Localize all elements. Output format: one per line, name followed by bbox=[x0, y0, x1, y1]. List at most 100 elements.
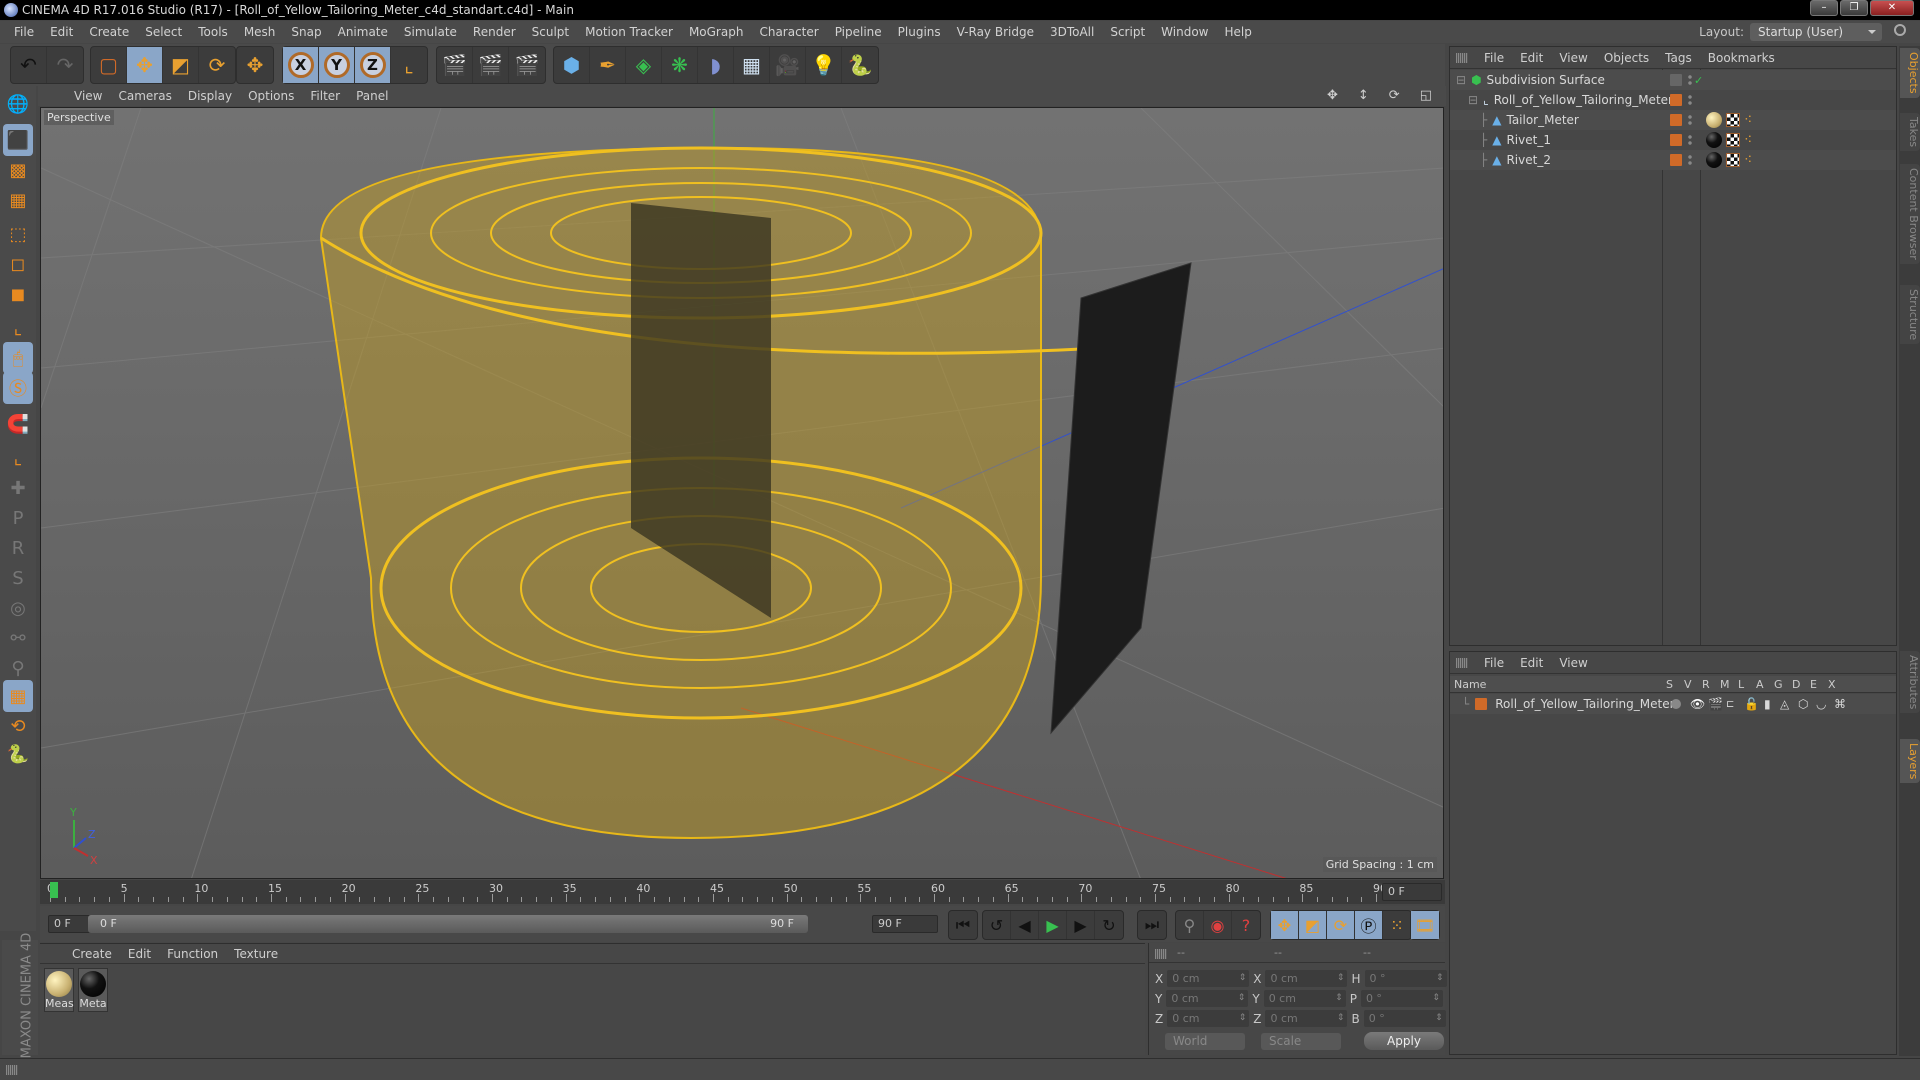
go-to-start-button[interactable]: ⏮ bbox=[949, 911, 977, 939]
enabled-check-icon[interactable]: ✓ bbox=[1694, 74, 1703, 87]
material-meas[interactable]: Meas bbox=[44, 968, 74, 1012]
timeline-ruler[interactable]: 051015202530354045505560657075808590 0 F bbox=[40, 880, 1445, 904]
menu-mograph[interactable]: MoGraph bbox=[681, 25, 752, 39]
visibility-dots[interactable] bbox=[1688, 154, 1692, 166]
object-name[interactable]: Subdivision Surface bbox=[1487, 73, 1605, 87]
live-selection-icon[interactable]: ▢ bbox=[91, 47, 127, 83]
layer-menu-view[interactable]: View bbox=[1551, 656, 1595, 670]
render-picture-viewer-icon[interactable]: 🎬 bbox=[473, 47, 509, 83]
object-mode-icon[interactable]: ⬛ bbox=[3, 124, 33, 156]
side-tab-structure[interactable]: Structure bbox=[1900, 285, 1920, 345]
toggle-panel-icon[interactable]: ◱ bbox=[1412, 88, 1440, 103]
side-tab-layers[interactable]: Layers bbox=[1900, 739, 1920, 784]
panel-grip[interactable] bbox=[1155, 949, 1167, 959]
3d-viewport[interactable]: Y Z X Perspective Grid Spacing : 1 cm bbox=[40, 107, 1444, 879]
material-menu-edit[interactable]: Edit bbox=[120, 947, 159, 961]
menu-character[interactable]: Character bbox=[751, 25, 826, 39]
column-a[interactable]: A bbox=[1756, 678, 1764, 691]
layer-render-toggle[interactable]: 🎬 bbox=[1708, 697, 1723, 711]
menu-animate[interactable]: Animate bbox=[330, 25, 396, 39]
texture-mode-icon[interactable]: ▩ bbox=[3, 154, 33, 186]
pos-y-field[interactable]: 0 cm bbox=[1166, 990, 1249, 1007]
snap-tool-icon[interactable]: 🧲 bbox=[3, 408, 33, 440]
menu-v-ray-bridge[interactable]: V-Ray Bridge bbox=[949, 25, 1042, 39]
object-row[interactable]: ⊟ ⬢ Subdivision Surface ✓ bbox=[1450, 70, 1896, 90]
side-tab-attributes[interactable]: Attributes bbox=[1900, 651, 1920, 714]
column-name[interactable]: Name bbox=[1454, 678, 1486, 691]
side-tab-objects[interactable]: Objects bbox=[1900, 48, 1920, 98]
pan-view-icon[interactable]: ✥ bbox=[1319, 88, 1346, 103]
key-pla-button[interactable]: ⁙ bbox=[1383, 911, 1411, 939]
menu-render[interactable]: Render bbox=[465, 25, 524, 39]
side-tab-takes[interactable]: Takes bbox=[1900, 113, 1920, 152]
layer-expressions-toggle[interactable]: ◡ bbox=[1816, 697, 1826, 711]
polygons-mode-icon[interactable]: ◼ bbox=[3, 278, 33, 310]
pos-x-field[interactable]: 0 cm bbox=[1167, 970, 1250, 987]
subdivision-icon[interactable]: ◈ bbox=[626, 47, 662, 83]
undo-icon[interactable]: ↶ bbox=[11, 47, 47, 83]
menu-create[interactable]: Create bbox=[81, 25, 137, 39]
previous-keyframe-button[interactable]: ↺ bbox=[983, 911, 1011, 939]
coordinate-mode-dropdown[interactable]: Scale bbox=[1261, 1033, 1341, 1050]
object-row[interactable]: ├ ▲ Rivet_1 ⁖ bbox=[1450, 130, 1896, 150]
python-script-icon[interactable]: 🐍 bbox=[3, 738, 33, 770]
points-mode-icon[interactable]: ⬚ bbox=[3, 218, 33, 250]
layer-color-swatch[interactable] bbox=[1670, 114, 1682, 126]
zoom-view-icon[interactable]: ↕ bbox=[1350, 88, 1377, 103]
edges-mode-icon[interactable]: ◻ bbox=[3, 248, 33, 280]
menu-select[interactable]: Select bbox=[137, 25, 190, 39]
menu-tools[interactable]: Tools bbox=[190, 25, 236, 39]
rot-p-field[interactable]: 0 ° bbox=[1360, 990, 1443, 1007]
object-name[interactable]: Roll_of_Yellow_Tailoring_Meter bbox=[1494, 93, 1673, 107]
menu-mesh[interactable]: Mesh bbox=[236, 25, 284, 39]
key-position-button[interactable]: ✥ bbox=[1271, 911, 1299, 939]
solo-mode-icon[interactable]: Ⓢ bbox=[3, 372, 33, 404]
layout-dropdown[interactable]: Startup (User) bbox=[1750, 23, 1882, 41]
redo-icon[interactable]: ↷ bbox=[47, 47, 83, 83]
light-icon[interactable]: 💡 bbox=[806, 47, 842, 83]
material-menu-texture[interactable]: Texture bbox=[226, 947, 286, 961]
rivet-plate[interactable] bbox=[1050, 262, 1192, 735]
target-tool-icon[interactable]: ◎ bbox=[3, 592, 33, 624]
rotate-icon[interactable]: ⟳ bbox=[199, 47, 235, 83]
layer-animation-toggle[interactable]: ▮ bbox=[1764, 697, 1771, 711]
menu-motion-tracker[interactable]: Motion Tracker bbox=[577, 25, 681, 39]
viewport-menu-view[interactable]: View bbox=[66, 89, 110, 103]
axis-mode-icon[interactable]: ⌞ bbox=[3, 312, 33, 344]
material-meas-icon[interactable] bbox=[1706, 112, 1722, 128]
frame-range-slider[interactable]: 0 F 90 F bbox=[88, 915, 808, 933]
collapse-toggle[interactable]: ⊟ bbox=[1468, 93, 1478, 107]
apply-button[interactable]: Apply bbox=[1364, 1032, 1444, 1050]
camera-icon[interactable]: 🎥 bbox=[770, 47, 806, 83]
autokey-button[interactable]: ? bbox=[1232, 911, 1260, 939]
playhead[interactable] bbox=[50, 882, 58, 898]
material-meta-icon[interactable] bbox=[1706, 152, 1722, 168]
layer-solo-toggle[interactable] bbox=[1671, 699, 1681, 709]
column-s[interactable]: S bbox=[1666, 678, 1673, 691]
material-menu-function[interactable]: Function bbox=[159, 947, 226, 961]
workplane-snap-icon[interactable]: ⌞ bbox=[3, 442, 33, 474]
psr-tool-icon[interactable]: S bbox=[3, 562, 33, 594]
joint-tool-icon[interactable]: ⚯ bbox=[3, 622, 33, 654]
motion-path-button[interactable]: ⚲ bbox=[1176, 911, 1204, 939]
visibility-dots[interactable] bbox=[1688, 134, 1692, 146]
visibility-dots[interactable] bbox=[1688, 74, 1692, 86]
object-menu-objects[interactable]: Objects bbox=[1596, 51, 1657, 65]
phong-tag-icon[interactable]: ⁖ bbox=[1744, 152, 1752, 168]
column-g[interactable]: G bbox=[1774, 678, 1783, 691]
workplane-mode-icon[interactable]: ▦ bbox=[3, 184, 33, 216]
rot-b-field[interactable]: 0 ° bbox=[1363, 1010, 1446, 1027]
render-view-icon[interactable]: 🎬 bbox=[437, 47, 473, 83]
cube-primitive-icon[interactable]: ⬢ bbox=[554, 47, 590, 83]
object-name[interactable]: Tailor_Meter bbox=[1506, 113, 1578, 127]
column-d[interactable]: D bbox=[1792, 678, 1800, 691]
layer-color-swatch[interactable] bbox=[1475, 698, 1488, 710]
timeline-window-button[interactable]: 🎞 bbox=[1411, 911, 1439, 939]
layer-deformers-toggle[interactable]: ⬡ bbox=[1798, 697, 1808, 711]
object-menu-edit[interactable]: Edit bbox=[1512, 51, 1551, 65]
menu-pipeline[interactable]: Pipeline bbox=[827, 25, 890, 39]
material-menu-create[interactable]: Create bbox=[64, 947, 120, 961]
pen-spline-icon[interactable]: ✒ bbox=[590, 47, 626, 83]
menu-snap[interactable]: Snap bbox=[283, 25, 329, 39]
go-to-end-button[interactable]: ⏭ bbox=[1138, 911, 1166, 939]
